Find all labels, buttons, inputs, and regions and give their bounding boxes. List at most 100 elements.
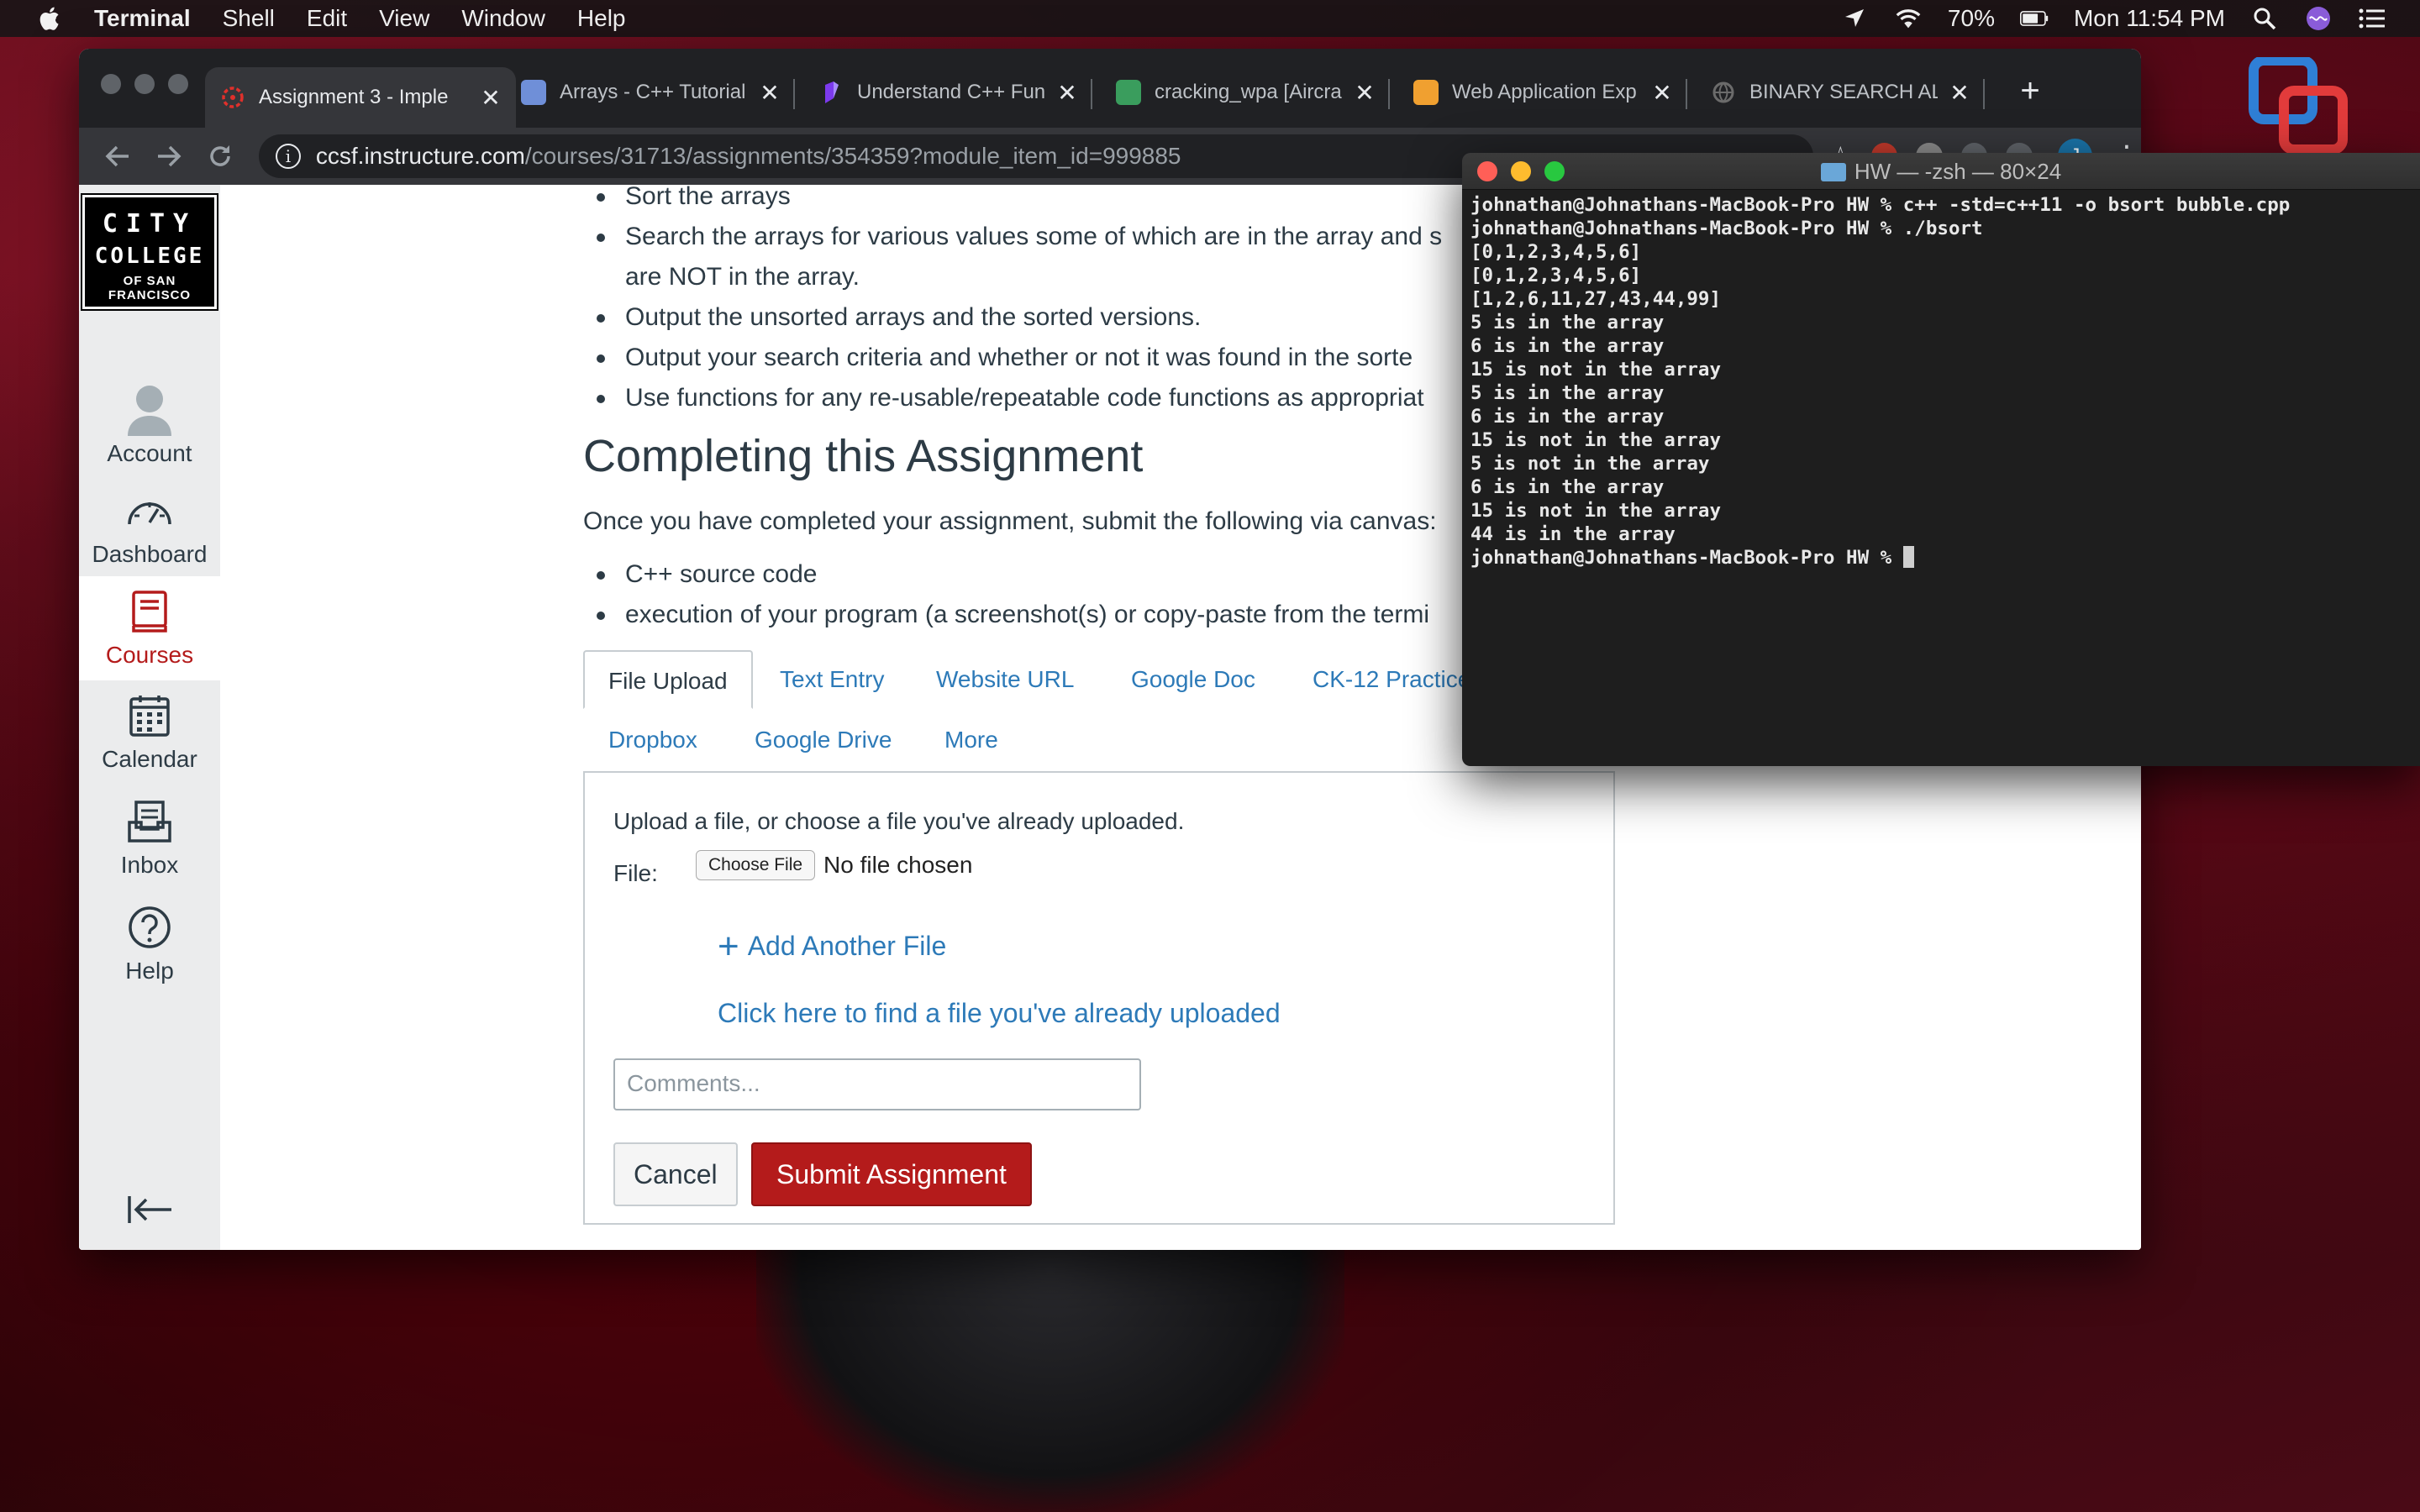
desktop-app-icon[interactable] (2249, 55, 2349, 156)
battery-percent: 70% (1947, 5, 1995, 31)
terminal-zoom-button[interactable] (1544, 161, 1565, 181)
comments-textarea[interactable]: Comments... (613, 1058, 1141, 1110)
terminal-output[interactable]: johnathan@Johnathans-MacBook-Pro HW % c+… (1462, 193, 2420, 766)
help-question-icon (124, 902, 175, 953)
tab-dropbox[interactable]: Dropbox (608, 711, 697, 769)
location-arrow-icon[interactable] (1840, 6, 1869, 31)
choose-file-button[interactable]: Choose File (696, 850, 816, 880)
logo-line-college: COLLEGE (94, 244, 205, 269)
tab-separator (1388, 79, 1390, 109)
terminal-line: 15 is not in the array (1470, 500, 1722, 522)
tab-close-icon[interactable]: ✕ (1949, 79, 1970, 107)
terminal-title: HW — -zsh — 80×24 (1854, 159, 2062, 184)
plus-icon: + (718, 926, 739, 967)
nav-courses-label: Courses (105, 642, 194, 668)
close-window-button[interactable] (101, 74, 121, 94)
tab-close-icon[interactable]: ✕ (760, 79, 780, 107)
zoom-window-button[interactable] (168, 74, 188, 94)
browser-tab-cracking-wpa[interactable]: cracking_wpa [Aircra ✕ (1101, 66, 1390, 119)
browser-tab-assignment[interactable]: Assignment 3 - Imple ✕ (205, 67, 516, 128)
tab-website-url[interactable]: Website URL (936, 650, 1074, 709)
canvas-global-nav: CITY COLLEGE OF SAN FRANCISCO Account Da… (79, 185, 220, 1250)
tab-title: Understand C++ Fun (857, 81, 1045, 103)
browser-tab-arrays[interactable]: Arrays - C++ Tutorial ✕ (506, 66, 795, 119)
menu-help[interactable]: Help (577, 5, 626, 32)
find-uploaded-file-link[interactable]: Click here to find a file you've already… (718, 998, 1281, 1029)
menu-edit[interactable]: Edit (307, 5, 347, 32)
no-file-chosen-text: No file chosen (823, 852, 973, 878)
tab-close-icon[interactable]: ✕ (1652, 79, 1672, 107)
browser-tab-strip: Assignment 3 - Imple ✕ Arrays - C++ Tuto… (79, 49, 2141, 133)
apple-menu-icon[interactable] (32, 2, 66, 35)
tab-ck12-practice[interactable]: CK-12 Practice (1313, 650, 1470, 709)
nav-dashboard-label: Dashboard (92, 541, 208, 567)
terminal-line: johnathan@Johnathans-MacBook-Pro HW % ./… (1470, 218, 1983, 239)
add-another-file-link[interactable]: + Add Another File (718, 926, 946, 968)
macos-menu-bar: Terminal Shell Edit View Window Help 70%… (0, 0, 2420, 37)
tab-separator (793, 79, 795, 109)
inbox-icon (124, 796, 175, 847)
nav-dashboard[interactable]: Dashboard (79, 475, 220, 580)
terminal-line: 6 is in the array (1470, 335, 1665, 357)
back-arrow-icon[interactable] (99, 138, 135, 175)
terminal-line: [0,1,2,3,4,5,6] (1470, 265, 1642, 286)
collapse-nav-arrow-icon[interactable] (126, 1193, 176, 1226)
minimize-window-button[interactable] (134, 74, 155, 94)
nav-account[interactable]: Account (79, 375, 220, 479)
tab-title: Assignment 3 - Imple (259, 86, 449, 108)
siri-icon[interactable] (2304, 6, 2333, 31)
nav-help[interactable]: Help (79, 892, 220, 996)
list-item-text: are NOT in the array. (625, 263, 860, 291)
terminal-line: [1,2,6,11,27,43,44,99] (1470, 288, 1722, 310)
browser-tab-web-app[interactable]: Web Application Exp ✕ (1398, 66, 1687, 119)
nav-calendar[interactable]: Calendar (79, 680, 220, 785)
wifi-icon[interactable] (1894, 6, 1923, 31)
file-label: File: (613, 860, 658, 886)
terminal-minimize-button[interactable] (1511, 161, 1531, 181)
tutorial-favicon-icon (521, 80, 546, 105)
tab-separator (1686, 79, 1687, 109)
terminal-cursor (1902, 546, 1914, 568)
site-favicon-icon (818, 80, 844, 105)
tab-close-icon[interactable]: ✕ (1057, 79, 1077, 107)
nav-courses[interactable]: Courses (79, 576, 220, 680)
site-info-icon[interactable]: i (275, 144, 301, 169)
new-tab-plus-icon[interactable]: + (2012, 74, 2049, 111)
tab-title: Web Application Exp (1452, 81, 1637, 103)
terminal-prompt: johnathan@Johnathans-MacBook-Pro HW % (1470, 547, 1903, 569)
ccsf-logo[interactable]: CITY COLLEGE OF SAN FRANCISCO (81, 193, 218, 311)
canvas-favicon-icon (220, 85, 245, 110)
nav-inbox[interactable]: Inbox (79, 786, 220, 890)
menu-shell[interactable]: Shell (223, 5, 275, 32)
spotlight-search-icon[interactable] (2250, 6, 2279, 31)
cancel-button[interactable]: Cancel (613, 1142, 738, 1206)
menu-window[interactable]: Window (461, 5, 545, 32)
tab-close-icon[interactable]: ✕ (1355, 79, 1375, 107)
reload-icon[interactable] (203, 138, 239, 175)
logo-line-city: CITY (102, 209, 197, 239)
file-upload-panel: Upload a file, or choose a file you've a… (583, 771, 1615, 1225)
tab-close-icon[interactable]: ✕ (481, 84, 501, 112)
tab-more[interactable]: More (944, 711, 998, 769)
tab-file-upload[interactable]: File Upload (583, 650, 753, 709)
menu-view[interactable]: View (379, 5, 429, 32)
battery-icon[interactable] (2019, 6, 2049, 31)
forward-arrow-icon[interactable] (150, 138, 187, 175)
globe-favicon-icon (1711, 80, 1736, 105)
submit-assignment-button[interactable]: Submit Assignment (751, 1142, 1032, 1206)
menu-app-name[interactable]: Terminal (94, 5, 191, 32)
terminal-prompt-line: johnathan@Johnathans-MacBook-Pro HW % (1470, 546, 2420, 570)
tab-text-entry[interactable]: Text Entry (780, 650, 884, 709)
menubar-clock[interactable]: Mon 11:54 PM (2074, 5, 2225, 32)
terminal-close-button[interactable] (1477, 161, 1497, 181)
browser-tab-understand-cpp[interactable]: Understand C++ Fun ✕ (803, 66, 1092, 119)
tab-google-drive[interactable]: Google Drive (755, 711, 892, 769)
sheets-favicon-icon (1116, 80, 1141, 105)
nav-help-label: Help (125, 958, 174, 984)
terminal-line: 15 is not in the array (1470, 429, 1722, 451)
browser-tab-binary-search[interactable]: BINARY SEARCH ALG ✕ (1696, 66, 1985, 119)
notification-center-icon[interactable] (2358, 6, 2386, 31)
tab-google-doc[interactable]: Google Doc (1131, 650, 1255, 709)
url-path: /courses/31713/assignments/354359?module… (524, 143, 1181, 169)
window-controls (101, 74, 188, 94)
